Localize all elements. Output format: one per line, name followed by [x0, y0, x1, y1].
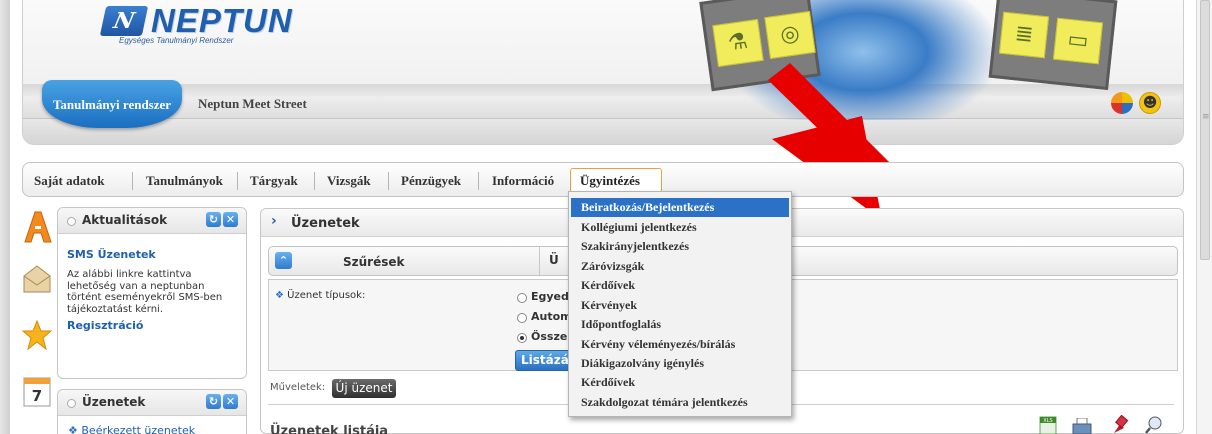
nav-vizsgak[interactable]: Vizsgák — [327, 173, 371, 189]
color-theme-icon[interactable] — [1111, 92, 1133, 114]
search-icon[interactable] — [1144, 415, 1164, 434]
svg-text:7: 7 — [32, 387, 42, 405]
messages-widget-header: Üzenetek ↻ ✕ — [58, 390, 246, 416]
menu-item-kerdoivek-2[interactable]: Kérdőívek — [571, 373, 789, 392]
news-widget-header: Aktualitások ↻ ✕ — [58, 208, 246, 234]
envelope-icon[interactable] — [22, 262, 52, 296]
message-type-label: ❖ Üzenet típusok: — [275, 290, 365, 301]
radio-ossze[interactable] — [517, 333, 527, 343]
nav-separator — [478, 172, 479, 190]
menu-item-kerdoivek[interactable]: Kérdőívek — [571, 276, 789, 295]
registration-link[interactable]: Regisztráció — [67, 319, 143, 332]
nav-sajat-adatok[interactable]: Saját adatok — [34, 173, 104, 189]
radio-egyed[interactable] — [517, 293, 527, 303]
nav-tanulmanyok[interactable]: Tanulmányok — [146, 173, 223, 189]
bullet-icon — [67, 217, 76, 226]
radio-autom[interactable] — [517, 313, 527, 323]
books-note-icon: ≣ — [998, 11, 1050, 59]
close-icon[interactable]: ✕ — [223, 212, 238, 227]
accessibility-icon[interactable]: ☻ — [1139, 92, 1161, 114]
chevron-right-icon: › — [271, 213, 277, 229]
page-left-border — [0, 0, 10, 434]
nav-separator — [132, 172, 133, 190]
print-icon[interactable] — [1072, 417, 1092, 434]
radio-autom-label: Autom — [531, 310, 572, 323]
sms-news-text-line: lehetőség van a neptunban — [67, 280, 205, 292]
new-message-button[interactable]: Új üzenet — [332, 379, 396, 398]
neptun-logo-badge: N — [99, 6, 149, 36]
nav-targyak[interactable]: Tárgyak — [250, 173, 298, 189]
sms-news-text-line: Az alábbi linkre kattintva — [67, 269, 192, 280]
bullet-icon: ❖ — [275, 290, 284, 301]
neptun-page: ≡ N NEPTUN Egységes Tanulmányi Rendszer … — [0, 0, 1212, 434]
nav-penzugyek[interactable]: Pénzügyek — [401, 173, 461, 189]
bullet-icon — [67, 399, 76, 408]
nav-separator — [314, 172, 315, 190]
collapse-icon[interactable]: ⌃ — [275, 252, 292, 269]
filter-divider — [539, 247, 540, 275]
messages-widget-title: Üzenetek — [82, 395, 146, 409]
nav-separator — [388, 172, 389, 190]
pin-icon[interactable] — [1108, 414, 1130, 434]
radio-egyed-label: Egyed — [531, 290, 569, 303]
scrollbar-grip-icon: ≡ — [1202, 112, 1210, 122]
inbox-link[interactable]: ❖ Beérkezett üzenetek — [68, 424, 195, 434]
menu-item-szakiranyjelentkezes[interactable]: Szakirányjelentkezés — [571, 237, 789, 256]
close-icon[interactable]: ✕ — [223, 394, 238, 409]
message-list-title: Üzenetek listája — [270, 424, 389, 434]
sms-news-title[interactable]: SMS Üzenetek — [67, 248, 156, 261]
link-arrow-icon: ❖ — [68, 424, 78, 434]
vertical-scrollbar[interactable] — [1196, 0, 1212, 434]
message-type-text: Üzenet típusok: — [287, 290, 366, 301]
svg-text:XLS: XLS — [1043, 418, 1052, 424]
radio-ossze-label: Össze — [531, 330, 568, 343]
inbox-link-label: Beérkezett üzenetek — [81, 424, 196, 434]
scrollbar-thumb[interactable] — [1200, 0, 1210, 260]
xls-export-icon[interactable]: XLS — [1038, 416, 1058, 434]
filter-title: Szűrések — [343, 255, 405, 269]
list-button[interactable]: Listázás — [515, 350, 576, 371]
tab-neptun-meet-street[interactable]: Neptun Meet Street — [198, 96, 307, 112]
nav-separator — [237, 172, 238, 190]
letter-a-icon[interactable] — [22, 210, 52, 244]
tab-tanulmanyi-rendszer[interactable]: Tanulmányi rendszer — [42, 80, 182, 128]
news-widget-title: Aktualitások — [82, 213, 168, 227]
menu-item-szakdolgozat-temara-jelentkezes[interactable]: Szakdolgozat témára jelentkezés — [571, 393, 789, 412]
menu-item-kollegiumi-jelentkezes[interactable]: Kollégiumi jelentkezés — [571, 218, 789, 237]
refresh-icon[interactable]: ↻ — [206, 394, 221, 409]
star-icon[interactable] — [21, 318, 53, 352]
news-widget: Aktualitások ↻ ✕ SMS Üzenetek Az alábbi … — [57, 207, 247, 379]
menu-item-zarovizsgak[interactable]: Záróvizsgák — [571, 257, 789, 276]
refresh-icon[interactable]: ↻ — [206, 212, 221, 227]
neptun-logo-text: NEPTUN — [151, 2, 293, 39]
menu-item-kerveny-velemenyezes[interactable]: Kérvény véleményezés/bírálás — [571, 335, 789, 354]
sms-news-text-line: tájékoztatást kérni. — [67, 303, 164, 315]
site-header: N NEPTUN Egységes Tanulmányi Rendszer ⚗ … — [22, 0, 1184, 145]
filter-tab-partial[interactable]: Ü — [549, 253, 559, 267]
nav-informacio[interactable]: Információ — [492, 173, 554, 189]
nav-ugyintezes[interactable]: Ügyintézés — [580, 173, 640, 189]
sms-news-text-line: történt eseményekről SMS-ben — [67, 292, 223, 303]
globe-note-icon: ◎ — [764, 11, 816, 59]
menu-item-kervenyek[interactable]: Kérvények — [571, 296, 789, 315]
ugyintezes-dropdown-menu: Beiratkozás/Bejelentkezés Kollégiumi jel… — [568, 191, 792, 417]
page-title: Üzenetek — [291, 216, 360, 231]
operations-label: Műveletek: — [270, 382, 326, 393]
menu-item-beiratkozas[interactable]: Beiratkozás/Bejelentkezés — [571, 198, 789, 217]
neptun-logo-subtitle: Egységes Tanulmányi Rendszer — [119, 36, 234, 45]
menu-item-diakigazolvany-igenyles[interactable]: Diákigazolvány igénylés — [571, 354, 789, 373]
laptop-note-icon: ▭ — [1052, 17, 1104, 65]
messages-widget: Üzenetek ↻ ✕ ❖ Beérkezett üzenetek — [57, 389, 247, 434]
menu-item-idopontfoglalas[interactable]: Időpontfoglalás — [571, 315, 789, 334]
calendar-icon[interactable]: 7 — [22, 374, 52, 408]
sms-news-text: Az alábbi linkre kattintva lehetőség van… — [67, 269, 245, 315]
header-bottom-strip — [23, 118, 1183, 144]
